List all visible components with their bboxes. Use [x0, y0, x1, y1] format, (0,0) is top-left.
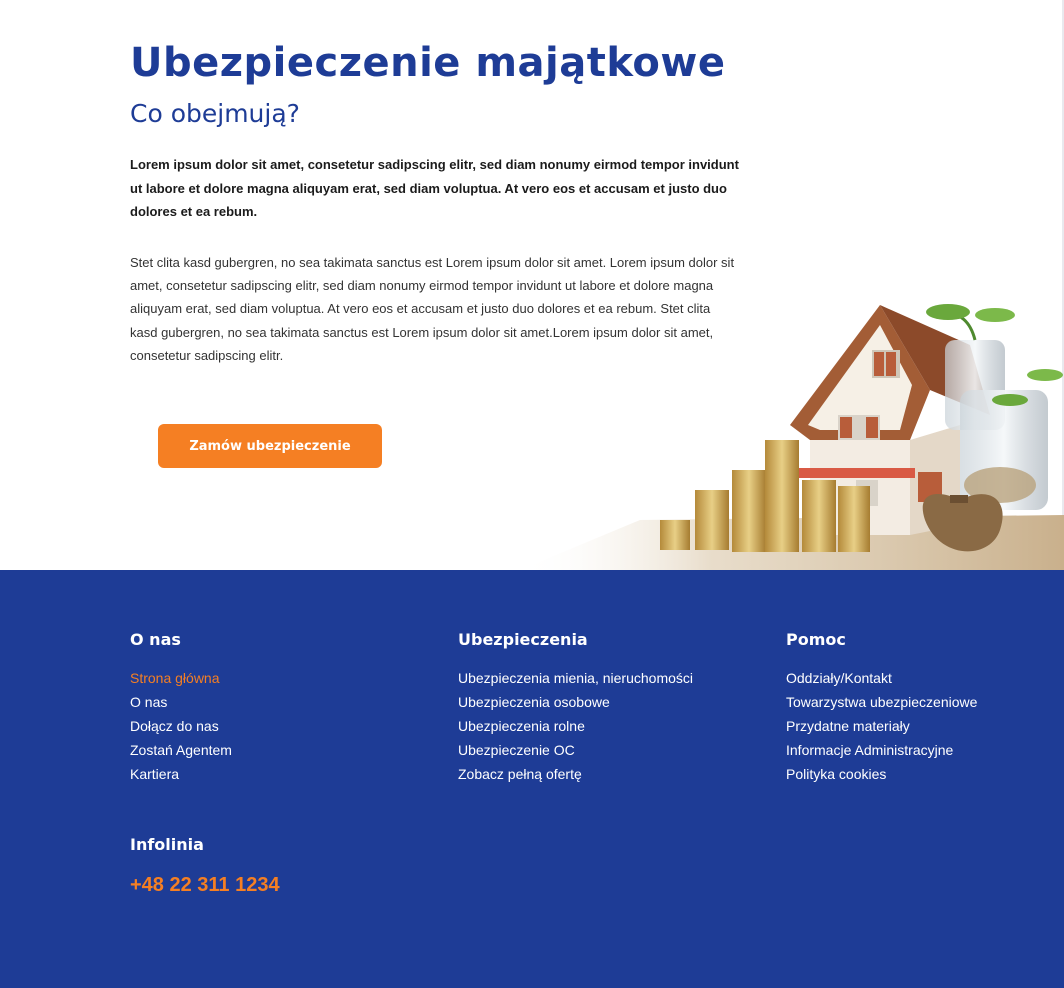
- footer-link-materials[interactable]: Przydatne materiały: [786, 714, 977, 738]
- footer-link-liability[interactable]: Ubezpieczenie OC: [458, 738, 693, 762]
- footer-link-admin-info[interactable]: Informacje Administracyjne: [786, 738, 977, 762]
- page-title: Ubezpieczenie majątkowe: [130, 40, 726, 86]
- footer-link-personal[interactable]: Ubezpieczenia osobowe: [458, 690, 693, 714]
- footer-link-cookies[interactable]: Polityka cookies: [786, 762, 977, 786]
- footer-link-companies[interactable]: Towarzystwa ubezpieczeniowe: [786, 690, 977, 714]
- footer-link-agent[interactable]: Zostań Agentem: [130, 738, 232, 762]
- phone-number-link[interactable]: +48 22 311 1234: [130, 874, 280, 897]
- footer-link-full-offer[interactable]: Zobacz pełną ofertę: [458, 762, 693, 786]
- footer-heading-insurance: Ubezpieczenia: [458, 630, 588, 649]
- footer-heading-help: Pomoc: [786, 630, 846, 649]
- footer-link-agricultural[interactable]: Ubezpieczenia rolne: [458, 714, 693, 738]
- footer-col-insurance: Ubezpieczenia Ubezpieczenia mienia, nier…: [458, 630, 693, 786]
- footer-link-property[interactable]: Ubezpieczenia mienia, nieruchomości: [458, 666, 693, 690]
- intro-paragraph: Lorem ipsum dolor sit amet, consetetur s…: [130, 157, 739, 219]
- footer-col-about: O nas Strona główna O nas Dołącz do nas …: [130, 630, 232, 786]
- footer-link-home[interactable]: Strona główna: [130, 666, 232, 690]
- infolinia-heading: Infolinia: [130, 835, 204, 854]
- footer-link-branches[interactable]: Oddziały/Kontakt: [786, 666, 977, 690]
- order-insurance-button[interactable]: Zamów ubezpieczenie: [158, 424, 382, 468]
- footer-link-join[interactable]: Dołącz do nas: [130, 714, 232, 738]
- page-subtitle: Co obejmują?: [130, 99, 300, 128]
- footer-heading-about: O nas: [130, 630, 181, 649]
- site-footer: O nas Strona główna O nas Dołącz do nas …: [0, 570, 1064, 988]
- footer-link-career[interactable]: Kartiera: [130, 762, 232, 786]
- footer-link-about[interactable]: O nas: [130, 690, 232, 714]
- footer-col-help: Pomoc Oddziały/Kontakt Towarzystwa ubezp…: [786, 630, 977, 786]
- hero-section: Ubezpieczenie majątkowe Co obejmują? Lor…: [0, 0, 1064, 570]
- house-coins-illustration: [520, 304, 1064, 570]
